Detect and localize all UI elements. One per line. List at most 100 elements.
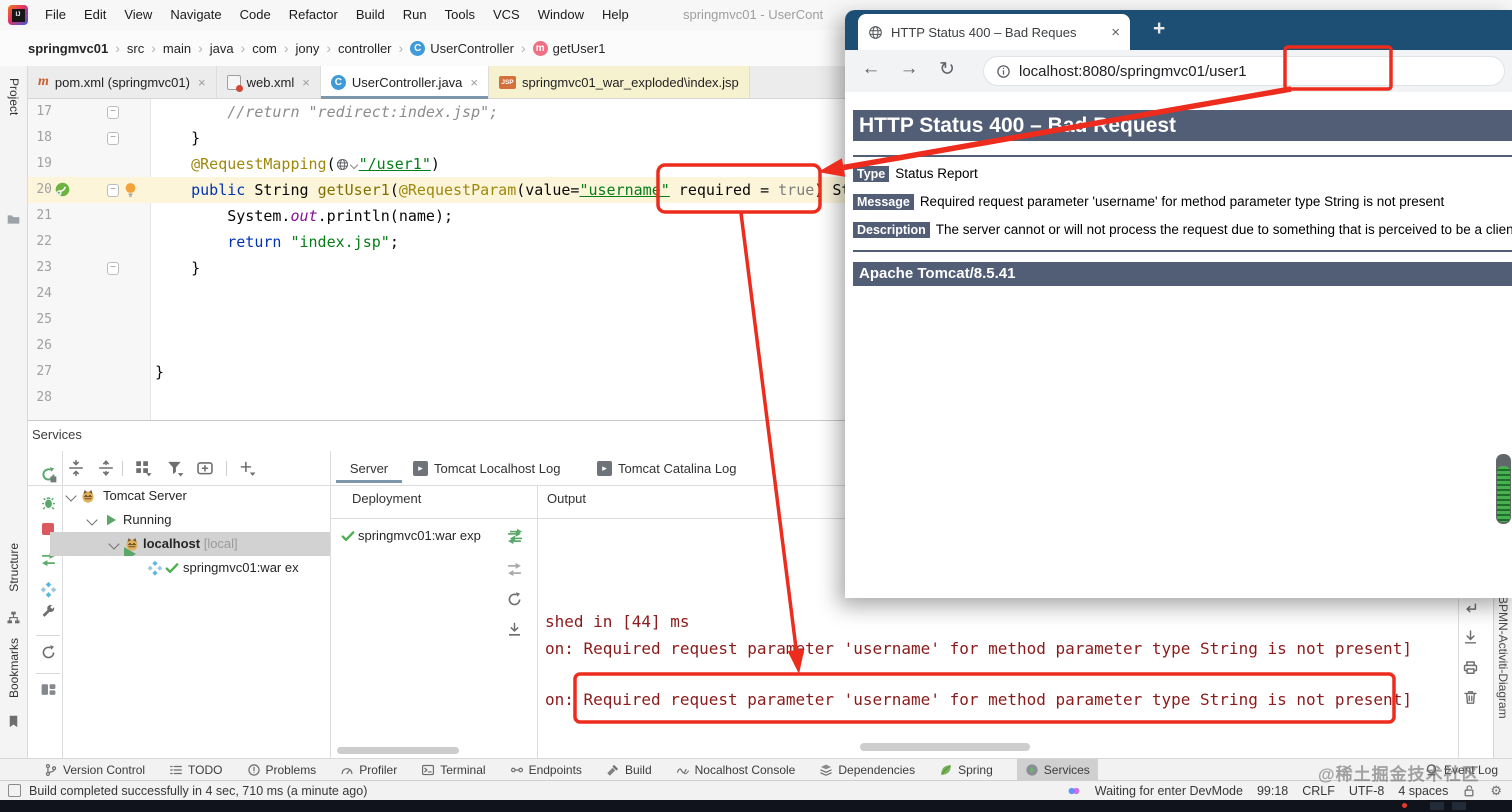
- tree-item-artifact[interactable]: springmvc01:war ex: [28, 556, 330, 580]
- browser-tab[interactable]: HTTP Status 400 – Bad Reques ×: [858, 14, 1130, 50]
- line-ending[interactable]: CRLF: [1302, 784, 1335, 798]
- caret-position[interactable]: 99:18: [1257, 784, 1288, 798]
- tree-item-tomcat-server[interactable]: Tomcat Server: [28, 484, 330, 508]
- tab-tomcat-catalina-log[interactable]: ▸ Tomcat Catalina Log: [597, 453, 737, 483]
- chevron-down-icon[interactable]: [108, 538, 120, 550]
- code-line[interactable]: 24: [28, 281, 845, 307]
- breadcrumb-item-src[interactable]: src: [127, 41, 144, 56]
- tool-window-button-profiler[interactable]: Profiler: [340, 759, 397, 780]
- tab-tomcat-localhost-log[interactable]: ▸ Tomcat Localhost Log: [413, 453, 560, 483]
- tool-window-button-spring[interactable]: Spring: [939, 759, 993, 780]
- menu-edit[interactable]: Edit: [75, 0, 115, 30]
- deploy-icon[interactable]: [506, 529, 523, 546]
- tool-window-button-terminal[interactable]: Terminal: [421, 759, 486, 780]
- requestmapping-globe-icon[interactable]: [336, 158, 359, 172]
- breadcrumb-item-springmvc01[interactable]: springmvc01: [28, 41, 108, 56]
- settings-wrench-button[interactable]: [40, 604, 57, 621]
- fold-icon[interactable]: −: [107, 132, 119, 145]
- sync-icon[interactable]: [506, 561, 523, 578]
- menu-code[interactable]: Code: [231, 0, 280, 30]
- fold-icon[interactable]: −: [107, 184, 119, 197]
- close-icon[interactable]: ×: [198, 75, 206, 90]
- menu-run[interactable]: Run: [394, 0, 436, 30]
- add-button[interactable]: [238, 459, 256, 477]
- tool-window-button-build[interactable]: Build: [606, 759, 652, 780]
- scroll-to-end-button[interactable]: [1462, 629, 1479, 646]
- menu-vcs[interactable]: VCS: [484, 0, 529, 30]
- menu-file[interactable]: File: [36, 0, 75, 30]
- filter-button[interactable]: [166, 459, 184, 477]
- menu-window[interactable]: Window: [529, 0, 593, 30]
- back-icon[interactable]: ←: [859, 58, 883, 80]
- breadcrumb-item-controller[interactable]: controller: [338, 41, 391, 56]
- menu-refactor[interactable]: Refactor: [280, 0, 347, 30]
- menu-tools[interactable]: Tools: [436, 0, 484, 30]
- fold-icon[interactable]: −: [107, 106, 119, 119]
- menu-navigate[interactable]: Navigate: [161, 0, 230, 30]
- tool-window-button-todo[interactable]: TODO: [169, 759, 223, 780]
- editor-tab-usercontroller-java[interactable]: C UserController.java ×: [320, 66, 489, 99]
- tool-window-button-dependencies[interactable]: Dependencies: [819, 759, 915, 780]
- reload-icon[interactable]: ↻: [935, 58, 959, 81]
- menu-build[interactable]: Build: [347, 0, 394, 30]
- menu-help[interactable]: Help: [593, 0, 638, 30]
- indent-setting[interactable]: 4 spaces: [1398, 784, 1448, 798]
- editor-tab-pom-xml-springmvc01[interactable]: m pom.xml (springmvc01) ×: [28, 66, 217, 98]
- tool-window-button-services[interactable]: Services: [1016, 759, 1098, 780]
- code-line[interactable]: 25: [28, 307, 845, 333]
- tool-window-button-version-control[interactable]: Version Control: [44, 759, 145, 780]
- lock-icon[interactable]: [1462, 784, 1476, 798]
- artifact-button[interactable]: [40, 581, 57, 598]
- tool-tab-bpmn-activiti-diagram[interactable]: BPMN-Activiti-Diagram: [1496, 596, 1510, 719]
- tree-item-running[interactable]: Running: [28, 508, 330, 532]
- refresh-icon[interactable]: [506, 591, 523, 608]
- breadcrumb-item-usercontroller[interactable]: C UserController: [410, 40, 514, 56]
- browser-titlebar[interactable]: HTTP Status 400 – Bad Reques × +: [845, 10, 1512, 50]
- tool-window-button-problems[interactable]: Problems: [247, 759, 316, 780]
- editor-tab-springmvc01-war-exploded-index-jsp[interactable]: JSP springmvc01_war_exploded\index.jsp: [489, 66, 750, 98]
- address-bar[interactable]: localhost:8080/springmvc01/user1: [983, 56, 1505, 86]
- breadcrumb-item-jony[interactable]: jony: [296, 41, 320, 56]
- editor-tab-web-xml[interactable]: web.xml ×: [217, 66, 321, 98]
- tab-server[interactable]: Server: [336, 453, 402, 483]
- code-line[interactable]: 28: [28, 385, 845, 411]
- breadcrumb-item-java[interactable]: java: [210, 41, 234, 56]
- soft-wrap-button[interactable]: [1462, 601, 1479, 618]
- code-line[interactable]: 20 − public String getUser1(@RequestParam…: [28, 177, 850, 203]
- devmode-status[interactable]: Waiting for enter DevMode: [1095, 784, 1243, 798]
- gear-icon[interactable]: ⚙: [1490, 783, 1502, 799]
- tool-tab-project[interactable]: Project: [7, 78, 21, 115]
- chevron-down-icon[interactable]: [65, 490, 77, 502]
- group-by-button[interactable]: [134, 459, 152, 477]
- layout-button[interactable]: [40, 681, 57, 698]
- dock-icon[interactable]: [506, 621, 523, 638]
- tool-tab-bookmarks[interactable]: Bookmarks: [7, 638, 21, 698]
- code-line[interactable]: 17 − //return "redirect:index.jsp";: [28, 99, 845, 125]
- code-line[interactable]: 26: [28, 333, 845, 359]
- new-tab-button[interactable]: +: [1153, 17, 1165, 41]
- fold-icon[interactable]: −: [107, 262, 119, 275]
- code-line[interactable]: 23 − }: [28, 255, 845, 281]
- chevron-down-icon[interactable]: [86, 514, 98, 526]
- code-editor[interactable]: 17− //return "redirect:index.jsp"; 18− } 1…: [28, 99, 850, 420]
- file-encoding[interactable]: UTF-8: [1349, 784, 1384, 798]
- close-icon[interactable]: ×: [1111, 24, 1120, 41]
- menu-view[interactable]: View: [115, 0, 161, 30]
- code-line[interactable]: 21 System.out.println(name);: [28, 203, 845, 229]
- breadcrumb-item-main[interactable]: main: [163, 41, 191, 56]
- print-button[interactable]: [1462, 659, 1479, 676]
- collapse-all-button[interactable]: [97, 459, 115, 477]
- clear-button[interactable]: [1462, 689, 1479, 706]
- close-icon[interactable]: ×: [470, 75, 478, 90]
- add-frame-button[interactable]: [196, 459, 214, 477]
- tool-tab-structure[interactable]: Structure: [7, 543, 21, 592]
- breadcrumb-item-getuser1[interactable]: m getUser1: [532, 40, 605, 56]
- breadcrumb-item-com[interactable]: com: [252, 41, 277, 56]
- code-line[interactable]: 18 − }: [28, 125, 845, 151]
- horizontal-scrollbar[interactable]: [860, 743, 1030, 751]
- refresh-button[interactable]: [40, 644, 57, 661]
- tool-window-button-nocalhost-console[interactable]: Nocalhost Console: [676, 759, 795, 780]
- tool-window-button-endpoints[interactable]: Endpoints: [510, 759, 582, 780]
- striped-scrollbar[interactable]: [1496, 454, 1511, 524]
- run-gutter-icon[interactable]: [54, 181, 71, 198]
